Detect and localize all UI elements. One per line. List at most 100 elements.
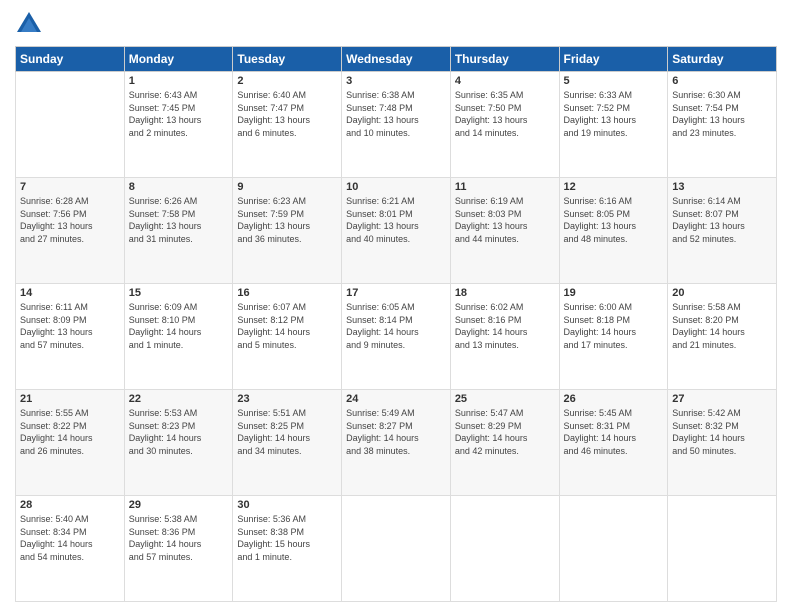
- day-number: 26: [564, 393, 664, 405]
- day-number: 28: [20, 499, 120, 511]
- day-detail: Sunrise: 6:43 AM Sunset: 7:45 PM Dayligh…: [129, 89, 229, 139]
- calendar-day-header: Wednesday: [342, 47, 451, 72]
- calendar-week-row: 14 Sunrise: 6:11 AM Sunset: 8:09 PM Dayli…: [16, 284, 777, 390]
- day-number: 13: [672, 181, 772, 193]
- day-detail: Sunrise: 5:40 AM Sunset: 8:34 PM Dayligh…: [20, 513, 120, 563]
- calendar-week-row: 28 Sunrise: 5:40 AM Sunset: 8:34 PM Dayli…: [16, 496, 777, 602]
- day-detail: Sunrise: 5:55 AM Sunset: 8:22 PM Dayligh…: [20, 407, 120, 457]
- calendar-day-cell: 30 Sunrise: 5:36 AM Sunset: 8:38 PM Dayli…: [233, 496, 342, 602]
- calendar-day-header: Saturday: [668, 47, 777, 72]
- calendar-day-cell: 4Sunrise: 6:35 AM Sunset: 7:50 PM Daylig…: [450, 72, 559, 178]
- calendar-day-cell: [16, 72, 125, 178]
- calendar-day-cell: 9Sunrise: 6:23 AM Sunset: 7:59 PM Daylig…: [233, 178, 342, 284]
- day-number: 6: [672, 75, 772, 87]
- day-detail: Sunrise: 5:49 AM Sunset: 8:27 PM Dayligh…: [346, 407, 446, 457]
- day-number: 7: [20, 181, 120, 193]
- calendar-day-cell: 16 Sunrise: 6:07 AM Sunset: 8:12 PM Dayli…: [233, 284, 342, 390]
- day-detail: Sunrise: 6:28 AM Sunset: 7:56 PM Dayligh…: [20, 195, 120, 245]
- day-number: 22: [129, 393, 229, 405]
- day-detail: Sunrise: 5:36 AM Sunset: 8:38 PM Dayligh…: [237, 513, 337, 563]
- day-number: 25: [455, 393, 555, 405]
- day-detail: Sunrise: 5:42 AM Sunset: 8:32 PM Dayligh…: [672, 407, 772, 457]
- day-number: 9: [237, 181, 337, 193]
- day-detail: Sunrise: 5:58 AM Sunset: 8:20 PM Dayligh…: [672, 301, 772, 351]
- day-number: 12: [564, 181, 664, 193]
- day-detail: Sunrise: 5:47 AM Sunset: 8:29 PM Dayligh…: [455, 407, 555, 457]
- calendar-day-cell: 28 Sunrise: 5:40 AM Sunset: 8:34 PM Dayli…: [16, 496, 125, 602]
- calendar-day-cell: 27 Sunrise: 5:42 AM Sunset: 8:32 PM Dayli…: [668, 390, 777, 496]
- day-detail: Sunrise: 5:38 AM Sunset: 8:36 PM Dayligh…: [129, 513, 229, 563]
- day-number: 23: [237, 393, 337, 405]
- day-number: 3: [346, 75, 446, 87]
- day-detail: Sunrise: 6:09 AM Sunset: 8:10 PM Dayligh…: [129, 301, 229, 351]
- calendar-day-header: Friday: [559, 47, 668, 72]
- day-detail: Sunrise: 6:11 AM Sunset: 8:09 PM Dayligh…: [20, 301, 120, 351]
- calendar-day-cell: 17 Sunrise: 6:05 AM Sunset: 8:14 PM Dayli…: [342, 284, 451, 390]
- day-number: 15: [129, 287, 229, 299]
- day-number: 2: [237, 75, 337, 87]
- day-detail: Sunrise: 6:05 AM Sunset: 8:14 PM Dayligh…: [346, 301, 446, 351]
- logo-icon: [15, 10, 43, 38]
- calendar-day-header: Thursday: [450, 47, 559, 72]
- day-number: 17: [346, 287, 446, 299]
- calendar-week-row: 21Sunrise: 5:55 AM Sunset: 8:22 PM Dayli…: [16, 390, 777, 496]
- calendar-day-cell: 15 Sunrise: 6:09 AM Sunset: 8:10 PM Dayli…: [124, 284, 233, 390]
- calendar-day-cell: [559, 496, 668, 602]
- day-number: 16: [237, 287, 337, 299]
- day-number: 24: [346, 393, 446, 405]
- calendar-day-cell: 11Sunrise: 6:19 AM Sunset: 8:03 PM Dayli…: [450, 178, 559, 284]
- day-detail: Sunrise: 6:33 AM Sunset: 7:52 PM Dayligh…: [564, 89, 664, 139]
- day-number: 14: [20, 287, 120, 299]
- day-detail: Sunrise: 6:14 AM Sunset: 8:07 PM Dayligh…: [672, 195, 772, 245]
- day-detail: Sunrise: 6:19 AM Sunset: 8:03 PM Dayligh…: [455, 195, 555, 245]
- calendar-day-cell: 19 Sunrise: 6:00 AM Sunset: 8:18 PM Dayli…: [559, 284, 668, 390]
- day-detail: Sunrise: 6:07 AM Sunset: 8:12 PM Dayligh…: [237, 301, 337, 351]
- calendar-day-cell: 1 Sunrise: 6:43 AM Sunset: 7:45 PM Daylig…: [124, 72, 233, 178]
- calendar-day-cell: [450, 496, 559, 602]
- calendar-day-cell: 18 Sunrise: 6:02 AM Sunset: 8:16 PM Dayli…: [450, 284, 559, 390]
- calendar-day-header: Sunday: [16, 47, 125, 72]
- calendar-day-cell: 10Sunrise: 6:21 AM Sunset: 8:01 PM Dayli…: [342, 178, 451, 284]
- calendar-day-cell: 5 Sunrise: 6:33 AM Sunset: 7:52 PM Daylig…: [559, 72, 668, 178]
- day-number: 4: [455, 75, 555, 87]
- day-number: 19: [564, 287, 664, 299]
- day-number: 1: [129, 75, 229, 87]
- day-detail: Sunrise: 6:26 AM Sunset: 7:58 PM Dayligh…: [129, 195, 229, 245]
- calendar-day-cell: 20Sunrise: 5:58 AM Sunset: 8:20 PM Dayli…: [668, 284, 777, 390]
- day-number: 18: [455, 287, 555, 299]
- calendar-day-cell: 26 Sunrise: 5:45 AM Sunset: 8:31 PM Dayli…: [559, 390, 668, 496]
- day-number: 29: [129, 499, 229, 511]
- calendar-day-cell: 24 Sunrise: 5:49 AM Sunset: 8:27 PM Dayli…: [342, 390, 451, 496]
- calendar-day-cell: 7 Sunrise: 6:28 AM Sunset: 7:56 PM Daylig…: [16, 178, 125, 284]
- logo: [15, 10, 47, 38]
- day-number: 5: [564, 75, 664, 87]
- calendar-day-cell: 23 Sunrise: 5:51 AM Sunset: 8:25 PM Dayli…: [233, 390, 342, 496]
- day-number: 30: [237, 499, 337, 511]
- day-detail: Sunrise: 5:53 AM Sunset: 8:23 PM Dayligh…: [129, 407, 229, 457]
- day-detail: Sunrise: 6:02 AM Sunset: 8:16 PM Dayligh…: [455, 301, 555, 351]
- calendar-day-cell: 14 Sunrise: 6:11 AM Sunset: 8:09 PM Dayli…: [16, 284, 125, 390]
- calendar-day-cell: [668, 496, 777, 602]
- calendar-day-cell: 8Sunrise: 6:26 AM Sunset: 7:58 PM Daylig…: [124, 178, 233, 284]
- calendar-day-cell: 3Sunrise: 6:38 AM Sunset: 7:48 PM Daylig…: [342, 72, 451, 178]
- day-detail: Sunrise: 6:21 AM Sunset: 8:01 PM Dayligh…: [346, 195, 446, 245]
- day-detail: Sunrise: 6:40 AM Sunset: 7:47 PM Dayligh…: [237, 89, 337, 139]
- day-detail: Sunrise: 5:45 AM Sunset: 8:31 PM Dayligh…: [564, 407, 664, 457]
- calendar-day-cell: [342, 496, 451, 602]
- calendar-day-cell: 29 Sunrise: 5:38 AM Sunset: 8:36 PM Dayli…: [124, 496, 233, 602]
- calendar-day-cell: 6 Sunrise: 6:30 AM Sunset: 7:54 PM Daylig…: [668, 72, 777, 178]
- day-number: 27: [672, 393, 772, 405]
- calendar-table: SundayMondayTuesdayWednesdayThursdayFrid…: [15, 46, 777, 602]
- calendar-week-row: 1 Sunrise: 6:43 AM Sunset: 7:45 PM Daylig…: [16, 72, 777, 178]
- page: SundayMondayTuesdayWednesdayThursdayFrid…: [0, 0, 792, 612]
- calendar-day-cell: 21Sunrise: 5:55 AM Sunset: 8:22 PM Dayli…: [16, 390, 125, 496]
- day-detail: Sunrise: 5:51 AM Sunset: 8:25 PM Dayligh…: [237, 407, 337, 457]
- header: [15, 10, 777, 38]
- day-detail: Sunrise: 6:30 AM Sunset: 7:54 PM Dayligh…: [672, 89, 772, 139]
- calendar-day-cell: 12 Sunrise: 6:16 AM Sunset: 8:05 PM Dayli…: [559, 178, 668, 284]
- day-detail: Sunrise: 6:00 AM Sunset: 8:18 PM Dayligh…: [564, 301, 664, 351]
- day-detail: Sunrise: 6:16 AM Sunset: 8:05 PM Dayligh…: [564, 195, 664, 245]
- calendar-day-cell: 2 Sunrise: 6:40 AM Sunset: 7:47 PM Daylig…: [233, 72, 342, 178]
- calendar-day-cell: 25 Sunrise: 5:47 AM Sunset: 8:29 PM Dayli…: [450, 390, 559, 496]
- calendar-week-row: 7 Sunrise: 6:28 AM Sunset: 7:56 PM Daylig…: [16, 178, 777, 284]
